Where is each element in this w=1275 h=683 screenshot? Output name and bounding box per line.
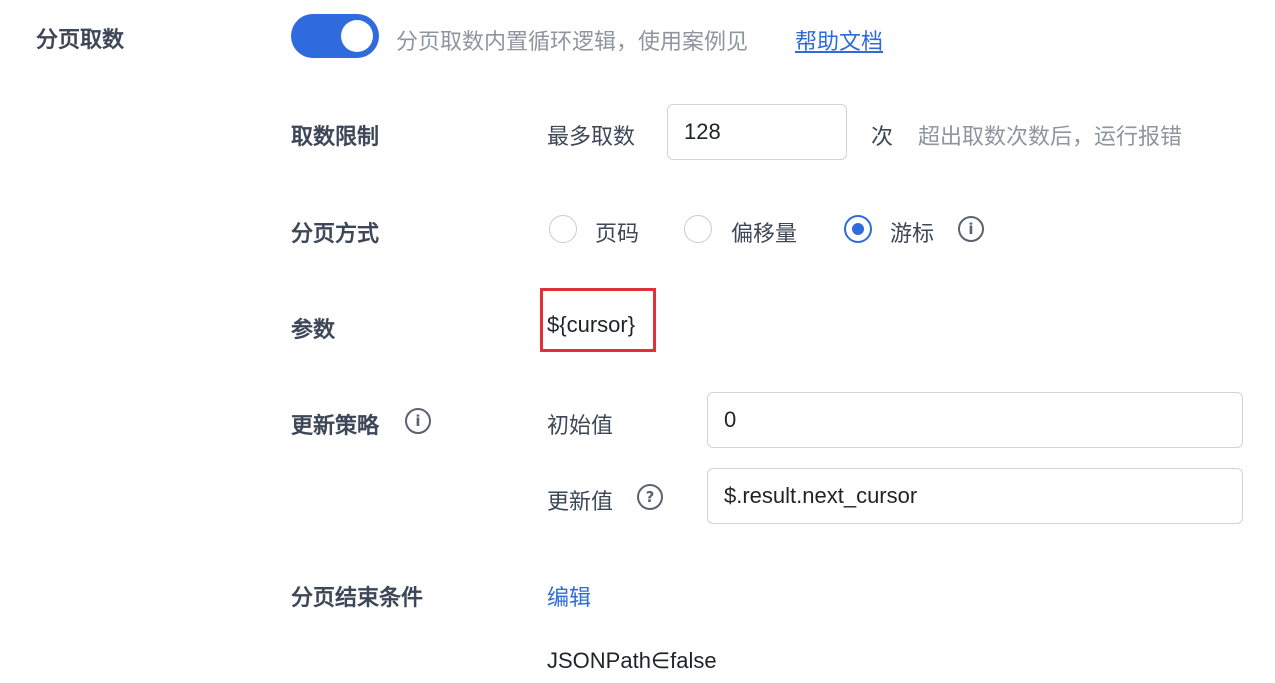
params-highlight-box	[540, 288, 656, 352]
update-strategy-label: 更新策略	[291, 413, 380, 438]
paging-mode-label: 分页方式	[291, 221, 380, 246]
initial-value-text: 0	[724, 407, 737, 432]
pagination-description: 分页取数内置循环逻辑，使用案例见	[396, 29, 749, 54]
fetch-limit-input[interactable]: 128	[667, 104, 847, 160]
radio-page-number[interactable]	[549, 215, 577, 243]
info-icon[interactable]: i	[958, 216, 984, 242]
help-doc-link[interactable]: 帮助文档	[795, 24, 883, 56]
radio-page-number-label[interactable]: 页码	[595, 216, 639, 248]
pagination-toggle[interactable]	[291, 14, 379, 58]
update-value-input[interactable]: $.result.next_cursor	[707, 468, 1243, 524]
edit-link[interactable]: 编辑	[547, 580, 591, 612]
pagination-title: 分页取数	[36, 27, 125, 52]
params-label: 参数	[291, 317, 336, 342]
end-condition-expression: JSONPath∈false	[547, 648, 717, 673]
update-value-label: 更新值	[547, 489, 614, 514]
update-value-text: $.result.next_cursor	[724, 483, 918, 508]
fetch-limit-hint: 超出取数次数后，运行报错	[918, 124, 1183, 149]
question-icon[interactable]: ?	[637, 484, 663, 510]
toggle-knob	[341, 20, 373, 52]
radio-offset[interactable]	[684, 215, 712, 243]
initial-value-input[interactable]: 0	[707, 392, 1243, 448]
initial-value-label: 初始值	[547, 413, 614, 438]
update-strategy-info-icon[interactable]: i	[405, 408, 431, 434]
radio-offset-label[interactable]: 偏移量	[731, 216, 797, 248]
end-condition-label: 分页结束条件	[291, 585, 424, 610]
fetch-limit-value: 128	[684, 119, 721, 144]
radio-cursor[interactable]	[844, 215, 872, 243]
fetch-limit-label: 取数限制	[291, 124, 380, 149]
fetch-limit-prefix: 最多取数	[547, 124, 636, 149]
radio-cursor-label[interactable]: 游标	[890, 216, 934, 248]
fetch-limit-unit: 次	[871, 124, 894, 149]
